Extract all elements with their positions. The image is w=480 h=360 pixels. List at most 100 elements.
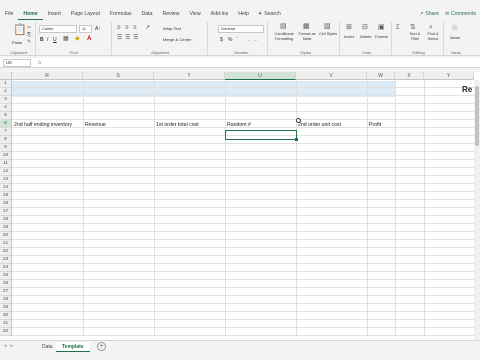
row-header-6[interactable]: 6 [0,120,12,128]
row-header-26[interactable]: 26 [0,280,12,288]
row-header-10[interactable]: 10 [0,152,12,160]
tab-data[interactable]: Data [137,8,158,20]
grow-font-icon[interactable]: A↑ [95,26,101,32]
merge-center-button[interactable]: Merge & Center [163,37,191,42]
cell-V5[interactable]: 2nd order unit cost [298,121,341,129]
align-bottom-icon[interactable]: ≡ [133,24,137,32]
row-header-19[interactable]: 19 [0,224,12,232]
column-header-X[interactable]: X [395,72,424,80]
sheet-tab-template[interactable]: Template [56,342,90,352]
row-header-7[interactable]: 7 [0,128,12,136]
comments-button[interactable]: ✉ Comments [445,11,476,17]
active-cell-U6[interactable] [225,130,297,140]
paste-icon[interactable]: 📋 [13,25,27,36]
font-name-select[interactable]: Calibri [39,25,77,33]
autosum-icon[interactable]: Σ [396,24,400,32]
row-header-1[interactable]: 1 [0,80,12,88]
tab-home[interactable]: Home [18,8,43,20]
find-select-button[interactable]: Find & Select [424,32,442,42]
increase-decimal-icon[interactable]: → [246,36,251,44]
cell-W5[interactable]: Profit [369,121,381,129]
column-header-S[interactable]: S [83,72,154,80]
row-header-32[interactable]: 32 [0,328,12,336]
insert-cells-icon[interactable]: ⊞ [346,24,352,32]
vertical-scroll-thumb[interactable] [475,86,479,146]
row-header-22[interactable]: 22 [0,248,12,256]
percent-button[interactable]: % [228,37,232,43]
tab-help[interactable]: Help [233,8,254,20]
cell-R5[interactable]: 2nd half ending inventory [14,121,72,129]
delete-button[interactable]: Delete [360,34,372,39]
row-header-18[interactable]: 18 [0,216,12,224]
row-header-23[interactable]: 23 [0,256,12,264]
search-box[interactable]: ✦ Search [254,11,281,17]
cell-U5[interactable]: Random # [227,121,251,129]
column-header-U[interactable]: U [225,72,296,80]
share-button[interactable]: ↗ Share [419,11,439,17]
row-header-31[interactable]: 31 [0,320,12,328]
sort-filter-icon[interactable]: ⇅ [410,24,416,32]
row-header-3[interactable]: 3 [0,96,12,104]
align-left-icon[interactable]: ☰ [117,34,122,42]
format-button[interactable]: Format [375,34,388,39]
column-header-W[interactable]: W [367,72,395,80]
align-center-icon[interactable]: ☰ [125,34,130,42]
align-top-icon[interactable]: ≡ [117,24,121,32]
fill-handle[interactable] [295,138,298,141]
italic-button[interactable]: I [47,37,48,43]
format-cells-icon[interactable]: ▣ [378,24,385,32]
number-format-select[interactable]: General [218,25,264,33]
row-header-11[interactable]: 11 [0,160,12,168]
row-header-20[interactable]: 20 [0,232,12,240]
cell-S5[interactable]: Revenue [85,121,106,129]
row-header-15[interactable]: 15 [0,192,12,200]
tab-add-ins[interactable]: Add-ins [206,8,234,20]
format-painter-icon[interactable]: ✎ [27,38,31,46]
tab-formulas[interactable]: Formulas [105,8,137,20]
sort-filter-button[interactable]: Sort & Filter [407,32,423,42]
row-header-14[interactable]: 14 [0,184,12,192]
wrap-text-button[interactable]: Wrap Text [163,26,181,31]
underline-button[interactable]: U [53,37,57,43]
select-all-corner[interactable] [0,72,12,80]
row-header-16[interactable]: 16 [0,200,12,208]
column-header-T[interactable]: T [154,72,225,80]
conditional-formatting-icon[interactable]: ▤ [280,23,287,31]
insert-button[interactable]: Insert [344,34,354,39]
row-header-17[interactable]: 17 [0,208,12,216]
row-header-5[interactable]: 5 [0,112,12,120]
row-header-27[interactable]: 27 [0,288,12,296]
cell-styles-button[interactable]: Cell Styles [319,32,337,37]
ideas-icon[interactable]: ☆ [451,24,458,32]
row-header-2[interactable]: 2 [0,88,12,96]
font-size-select[interactable]: 11 [79,25,92,33]
tab-insert[interactable]: Insert [43,8,66,20]
ideas-button[interactable]: Ideas [450,35,460,40]
row-header-30[interactable]: 30 [0,312,12,320]
column-header-V[interactable]: V [296,72,367,80]
decrease-decimal-icon[interactable]: ← [254,36,259,44]
bold-button[interactable]: B [40,37,44,43]
comma-style-icon[interactable]: ˈ [236,36,238,44]
add-sheet-icon[interactable]: + [97,342,106,351]
column-header-Y[interactable]: Y [424,72,474,80]
format-as-table-icon[interactable]: ▦ [303,23,310,31]
row-header-8[interactable]: 8 [0,136,12,144]
conditional-formatting-button[interactable]: Conditional Formatting [272,32,296,42]
tab-review[interactable]: Review [158,8,185,20]
font-color-icon[interactable]: A [87,36,91,42]
cell-T5[interactable]: 1st order total cost [156,121,199,129]
find-select-icon[interactable]: ⌕ [429,24,433,32]
currency-button[interactable]: $ [220,37,223,43]
name-box[interactable]: U6 [3,59,31,67]
cell-styles-icon[interactable]: ▧ [324,23,331,31]
worksheet-grid[interactable]: RSTUVWXY 1 2 3 4 5 6 7 8 9 10 11 12 13 14 15 16 17 18 19 20… [0,72,480,340]
row-header-13[interactable]: 13 [0,176,12,184]
row-header-4[interactable]: 4 [0,104,12,112]
row-header-24[interactable]: 24 [0,264,12,272]
row-header-29[interactable]: 29 [0,304,12,312]
delete-cells-icon[interactable]: ⊟ [362,24,368,32]
sheet-nav-arrows[interactable]: ◂▸ [4,343,17,349]
row-header-12[interactable]: 12 [0,168,12,176]
align-middle-icon[interactable]: ≡ [125,24,129,32]
